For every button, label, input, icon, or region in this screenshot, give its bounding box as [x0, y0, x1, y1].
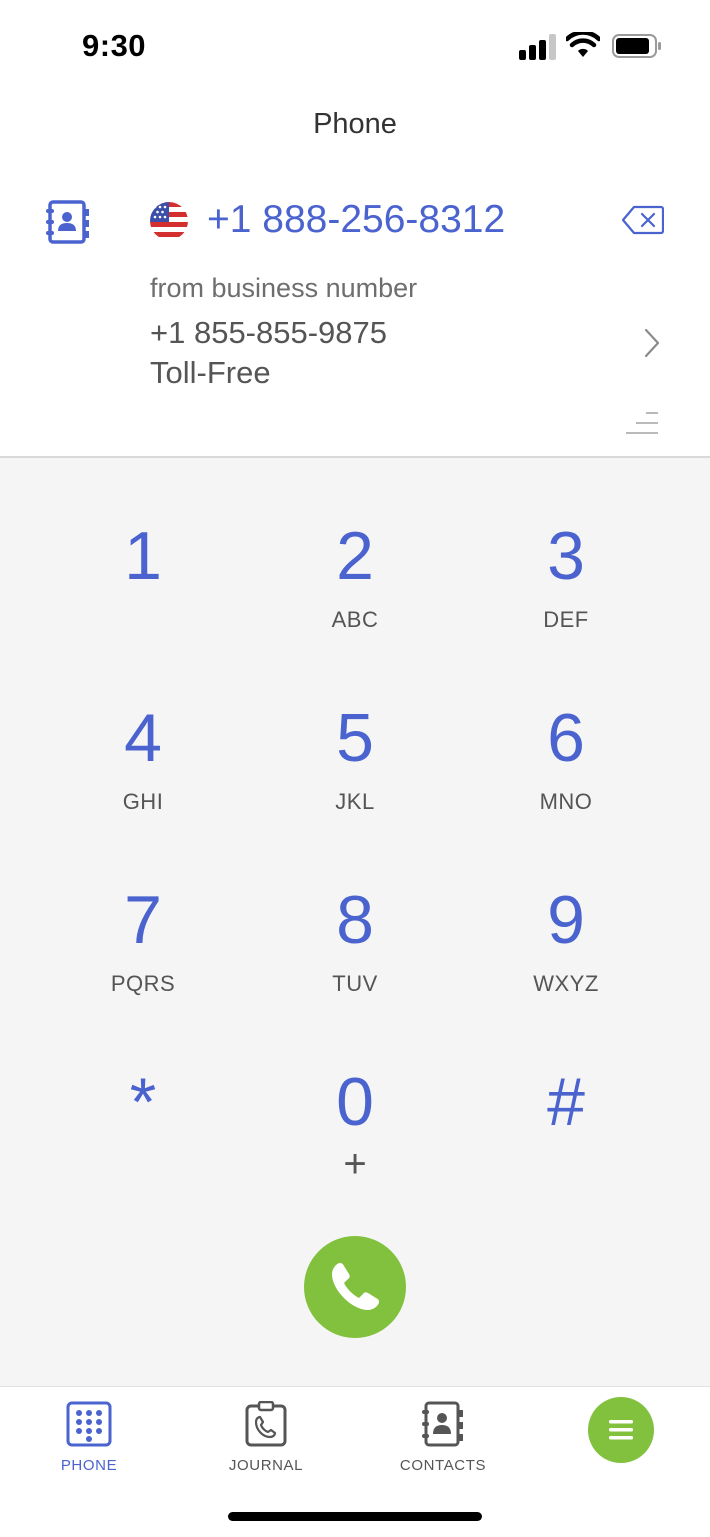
contacts-icon — [422, 1401, 463, 1447]
chevron-right-icon[interactable] — [640, 326, 664, 360]
hamburger-icon — [609, 1420, 633, 1440]
dialed-number: +1 888-256-8312 — [207, 198, 506, 241]
key-letters: TUV — [332, 971, 378, 996]
journal-icon — [245, 1401, 287, 1447]
key-2[interactable]: 2 ABC — [255, 518, 455, 668]
collapse-lines-icon[interactable] — [624, 410, 660, 436]
tab-label: CONTACTS — [399, 1457, 487, 1474]
address-book-icon[interactable] — [44, 198, 92, 246]
key-plus: + — [343, 1142, 367, 1186]
tab-journal[interactable]: JOURNAL — [196, 1401, 336, 1474]
key-6[interactable]: 6 MNO — [466, 700, 666, 850]
key-letters: MNO — [539, 789, 593, 814]
status-time: 9:30 — [82, 28, 147, 63]
home-indicator — [228, 1512, 482, 1521]
key-hash[interactable]: # — [466, 1064, 666, 1214]
menu-button[interactable] — [588, 1397, 654, 1463]
key-digit: 9 — [547, 882, 585, 958]
key-letters: DEF — [543, 607, 589, 632]
tab-contacts[interactable]: CONTACTS — [373, 1401, 513, 1474]
key-7[interactable]: 7 PQRS — [43, 882, 243, 1032]
key-5[interactable]: 5 JKL — [255, 700, 455, 850]
backspace-icon[interactable] — [622, 205, 664, 235]
key-digit: 2 — [336, 518, 374, 594]
key-3[interactable]: 3 DEF — [466, 518, 666, 668]
from-business-label: from business number — [150, 273, 418, 303]
us-flag-icon[interactable] — [150, 202, 188, 240]
key-star[interactable]: * — [43, 1064, 243, 1214]
key-4[interactable]: 4 GHI — [43, 700, 243, 850]
key-0[interactable]: 0 + — [255, 1064, 455, 1214]
key-digit: # — [547, 1064, 585, 1140]
key-digit: 6 — [547, 700, 585, 776]
tab-phone[interactable]: PHONE — [19, 1401, 159, 1474]
key-1[interactable]: 1 — [43, 518, 243, 668]
cellular-signal-icon — [519, 34, 556, 60]
from-business-number[interactable]: +1 855-855-9875 — [150, 315, 387, 351]
key-digit: 4 — [124, 700, 162, 776]
key-digit: 5 — [336, 700, 374, 776]
key-digit: 1 — [124, 518, 162, 594]
from-number-type[interactable]: Toll-Free — [150, 355, 271, 391]
key-letters: GHI — [122, 789, 164, 814]
key-digit: 0 — [336, 1064, 374, 1140]
phone-handset-icon — [332, 1263, 379, 1310]
key-letters: PQRS — [110, 971, 176, 996]
key-digit: 7 — [124, 882, 162, 958]
battery-icon — [612, 34, 661, 58]
key-digit: * — [129, 1064, 157, 1140]
key-8[interactable]: 8 TUV — [255, 882, 455, 1032]
key-letters: JKL — [335, 789, 375, 814]
key-9[interactable]: 9 WXYZ — [466, 882, 666, 1032]
keypad-icon — [66, 1401, 112, 1447]
tab-label: JOURNAL — [228, 1457, 304, 1474]
tab-label: PHONE — [60, 1457, 118, 1474]
key-digit: 3 — [547, 518, 585, 594]
key-letters: WXYZ — [533, 971, 599, 996]
key-letters: ABC — [331, 607, 379, 632]
page-title: Phone — [313, 108, 397, 140]
wifi-icon — [566, 32, 600, 57]
call-button[interactable] — [304, 1236, 406, 1338]
key-digit: 8 — [336, 882, 374, 958]
